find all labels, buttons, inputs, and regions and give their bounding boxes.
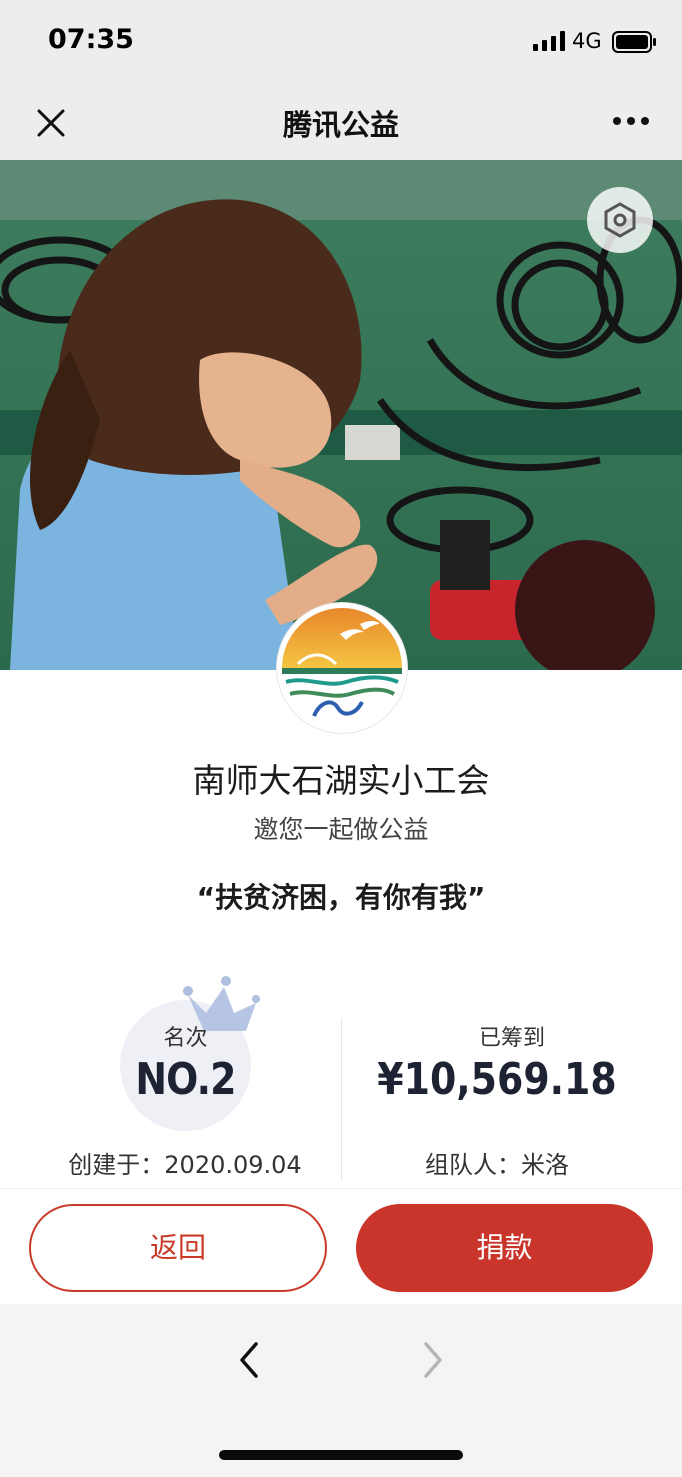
status-bar: 07:35 4G	[0, 0, 682, 84]
status-time: 07:35	[48, 24, 134, 55]
donate-button[interactable]: 捐款	[356, 1204, 653, 1292]
invite-text: 邀您一起做公益	[253, 815, 429, 844]
chevron-right-icon[interactable]	[420, 1340, 446, 1380]
org-name: 南师大石湖实小工会	[192, 761, 490, 800]
rank-value: NO.2	[135, 1054, 236, 1105]
nav-bar: 腾讯公益	[0, 84, 682, 160]
hero-photo	[0, 160, 682, 670]
raised-amount: ¥10,569.18	[377, 1054, 617, 1105]
back-button[interactable]: 返回	[29, 1204, 327, 1292]
slogan: “扶贫济困，有你有我”	[196, 881, 486, 914]
rank-label: 名次	[163, 1026, 208, 1051]
team-leader: 组队人：米洛	[425, 1151, 569, 1179]
signal-icon	[533, 31, 565, 51]
action-bar: 返回 捐款	[0, 1188, 682, 1304]
created-date: 创建于：2020.09.04	[68, 1151, 302, 1179]
network-label: 4G	[572, 29, 602, 53]
raised-label: 已筹到	[478, 1026, 545, 1051]
page-title: 腾讯公益	[282, 108, 399, 142]
settings-icon	[604, 202, 636, 238]
home-indicator[interactable]	[219, 1450, 463, 1460]
chevron-left-icon[interactable]	[236, 1340, 262, 1380]
org-logo	[277, 603, 407, 733]
settings-button[interactable]	[587, 187, 653, 253]
browser-toolbar	[0, 1304, 682, 1477]
battery-icon	[612, 31, 656, 53]
more-icon[interactable]	[612, 116, 650, 126]
